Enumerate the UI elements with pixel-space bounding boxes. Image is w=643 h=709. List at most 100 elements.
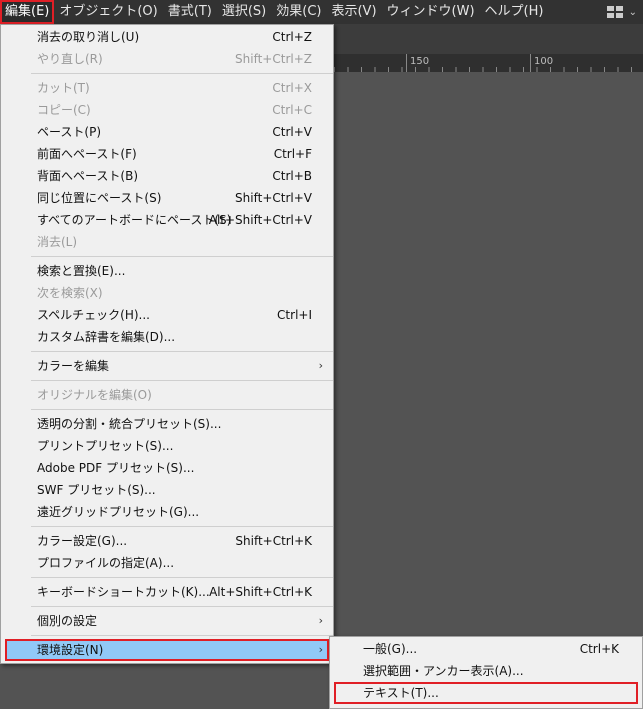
preferences-submenu: 一般(G)... Ctrl+K 選択範囲・アンカー表示(A)... テキスト(T)… xyxy=(329,636,643,709)
submenu-item-type[interactable]: テキスト(T)... xyxy=(334,682,638,704)
menu-help[interactable]: ヘルプ(H) xyxy=(480,0,549,24)
menu-item-redo[interactable]: やり直し(R) Shift+Ctrl+Z xyxy=(1,48,333,70)
shortcut-label: Ctrl+V xyxy=(272,125,312,139)
menu-edit[interactable]: 編集(E) xyxy=(0,0,55,24)
menu-item-label: 環境設定(N) xyxy=(37,643,104,657)
shortcut-label: Shift+Ctrl+Z xyxy=(235,52,312,66)
menu-item-label: SWF プリセット(S)... xyxy=(37,483,156,497)
shortcut-label: Shift+Ctrl+K xyxy=(235,534,312,548)
menu-item-find-replace[interactable]: 検索と置換(E)... xyxy=(1,260,333,282)
menu-bar: 編集(E) オブジェクト(O) 書式(T) 選択(S) 効果(C) 表示(V) … xyxy=(0,0,643,24)
menu-item-color-settings[interactable]: カラー設定(G)... Shift+Ctrl+K xyxy=(1,530,333,552)
menu-view[interactable]: 表示(V) xyxy=(326,0,381,24)
shortcut-label: Ctrl+Z xyxy=(272,30,312,44)
menu-item-label: オリジナルを編集(O) xyxy=(37,388,152,402)
menu-item-label: 選択範囲・アンカー表示(A)... xyxy=(363,664,524,678)
menu-separator xyxy=(31,577,333,578)
menu-separator xyxy=(31,635,333,636)
menu-item-edit-custom-dictionary[interactable]: カスタム辞書を編集(D)... xyxy=(1,326,333,348)
menu-item-label: 次を検索(X) xyxy=(37,286,103,300)
chevron-down-icon[interactable]: ⌄ xyxy=(629,7,637,18)
shortcut-label: Alt+Shift+Ctrl+K xyxy=(209,585,312,599)
edit-menu-dropdown: 消去の取り消し(U) Ctrl+Z やり直し(R) Shift+Ctrl+Z カット… xyxy=(0,24,334,664)
menu-item-my-settings[interactable]: 個別の設定 › xyxy=(1,610,333,632)
menu-separator xyxy=(31,526,333,527)
menu-separator xyxy=(31,73,333,74)
submenu-item-selection-anchor-display[interactable]: 選択範囲・アンカー表示(A)... xyxy=(330,660,642,682)
menu-item-transparency-flattener-presets[interactable]: 透明の分割・統合プリセット(S)... xyxy=(1,413,333,435)
menu-item-cut[interactable]: カット(T) Ctrl+X xyxy=(1,77,333,99)
menu-item-clear[interactable]: 消去(L) xyxy=(1,231,333,253)
menu-item-label: カラー設定(G)... xyxy=(37,534,128,548)
menu-item-paste-on-all-artboards[interactable]: すべてのアートボードにペースト(S) Alt+Shift+Ctrl+V xyxy=(1,209,333,231)
menu-item-paste[interactable]: ペースト(P) Ctrl+V xyxy=(1,121,333,143)
shortcut-label: Shift+Ctrl+V xyxy=(235,191,312,205)
menu-item-paste-in-front[interactable]: 前面へペースト(F) Ctrl+F xyxy=(1,143,333,165)
shortcut-label: Ctrl+K xyxy=(579,642,619,656)
menu-item-label: ペースト(P) xyxy=(37,125,101,139)
menu-window[interactable]: ウィンドウ(W) xyxy=(382,0,480,24)
menu-item-label: プロファイルの指定(A)... xyxy=(37,556,175,570)
menu-item-paste-in-back[interactable]: 背面へペースト(B) Ctrl+B xyxy=(1,165,333,187)
menu-item-undo[interactable]: 消去の取り消し(U) Ctrl+Z xyxy=(1,26,333,48)
menu-item-edit-original[interactable]: オリジナルを編集(O) xyxy=(1,384,333,406)
menu-object[interactable]: オブジェクト(O) xyxy=(54,0,162,24)
menu-item-edit-colors[interactable]: カラーを編集 › xyxy=(1,355,333,377)
menu-item-label: 消去(L) xyxy=(37,235,78,249)
submenu-arrow-icon: › xyxy=(318,614,323,627)
menu-separator xyxy=(31,351,333,352)
menu-effect[interactable]: 効果(C) xyxy=(271,0,326,24)
menu-item-spell-check[interactable]: スペルチェック(H)... Ctrl+I xyxy=(1,304,333,326)
menu-item-label: 透明の分割・統合プリセット(S)... xyxy=(37,417,222,431)
shortcut-label: Ctrl+X xyxy=(272,81,312,95)
menu-type[interactable]: 書式(T) xyxy=(163,0,217,24)
menu-item-find-next[interactable]: 次を検索(X) xyxy=(1,282,333,304)
menu-item-label: Adobe PDF プリセット(S)... xyxy=(37,461,195,475)
menu-item-label: コピー(C) xyxy=(37,103,91,117)
submenu-item-general[interactable]: 一般(G)... Ctrl+K xyxy=(330,638,642,660)
canvas[interactable] xyxy=(334,72,643,709)
menu-item-label: 検索と置換(E)... xyxy=(37,264,126,278)
menu-item-assign-profile[interactable]: プロファイルの指定(A)... xyxy=(1,552,333,574)
menu-separator xyxy=(31,256,333,257)
workspace-grid-icon[interactable] xyxy=(606,5,625,19)
shortcut-label: Ctrl+C xyxy=(272,103,312,117)
horizontal-ruler[interactable]: 150 100 xyxy=(334,54,643,72)
submenu-arrow-icon: › xyxy=(318,643,323,656)
ruler-major-tick xyxy=(406,54,407,72)
ruler-label: 100 xyxy=(534,56,554,67)
menu-separator xyxy=(31,409,333,410)
shortcut-label: Ctrl+I xyxy=(277,308,312,322)
menu-item-label: 消去の取り消し(U) xyxy=(37,30,140,44)
menu-item-label: 一般(G)... xyxy=(363,642,418,656)
menu-item-copy[interactable]: コピー(C) Ctrl+C xyxy=(1,99,333,121)
menu-select[interactable]: 選択(S) xyxy=(217,0,271,24)
shortcut-label: Alt+Shift+Ctrl+V xyxy=(208,213,312,227)
submenu-arrow-icon: › xyxy=(318,359,323,372)
menu-item-label: テキスト(T)... xyxy=(363,686,439,700)
menu-item-preferences[interactable]: 環境設定(N) › xyxy=(5,639,329,661)
workspace-switcher[interactable]: ⌄ xyxy=(606,0,637,24)
menu-item-label: 背面へペースト(B) xyxy=(37,169,138,183)
menu-item-keyboard-shortcuts[interactable]: キーボードショートカット(K)... Alt+Shift+Ctrl+K xyxy=(1,581,333,603)
menu-item-label: 個別の設定 xyxy=(37,614,98,628)
menu-item-label: カット(T) xyxy=(37,81,90,95)
menu-item-label: 遠近グリッドプリセット(G)... xyxy=(37,505,200,519)
shortcut-label: Ctrl+F xyxy=(273,147,312,161)
menu-separator xyxy=(31,380,333,381)
menu-item-paste-in-place[interactable]: 同じ位置にペースト(S) Shift+Ctrl+V xyxy=(1,187,333,209)
menu-item-label: スペルチェック(H)... xyxy=(37,308,150,322)
menu-item-label: すべてのアートボードにペースト(S) xyxy=(37,213,232,227)
ruler-major-tick xyxy=(530,54,531,72)
menu-item-label: 同じ位置にペースト(S) xyxy=(37,191,162,205)
menu-item-perspective-grid-presets[interactable]: 遠近グリッドプリセット(G)... xyxy=(1,501,333,523)
ruler-label: 150 xyxy=(410,56,430,67)
menu-item-label: やり直し(R) xyxy=(37,52,103,66)
menu-item-pdf-presets[interactable]: Adobe PDF プリセット(S)... xyxy=(1,457,333,479)
menu-item-label: 前面へペースト(F) xyxy=(37,147,137,161)
menu-item-swf-presets[interactable]: SWF プリセット(S)... xyxy=(1,479,333,501)
menu-item-print-presets[interactable]: プリントプリセット(S)... xyxy=(1,435,333,457)
menu-item-label: キーボードショートカット(K)... xyxy=(37,585,210,599)
menu-separator xyxy=(31,606,333,607)
menu-item-label: カラーを編集 xyxy=(37,359,110,373)
